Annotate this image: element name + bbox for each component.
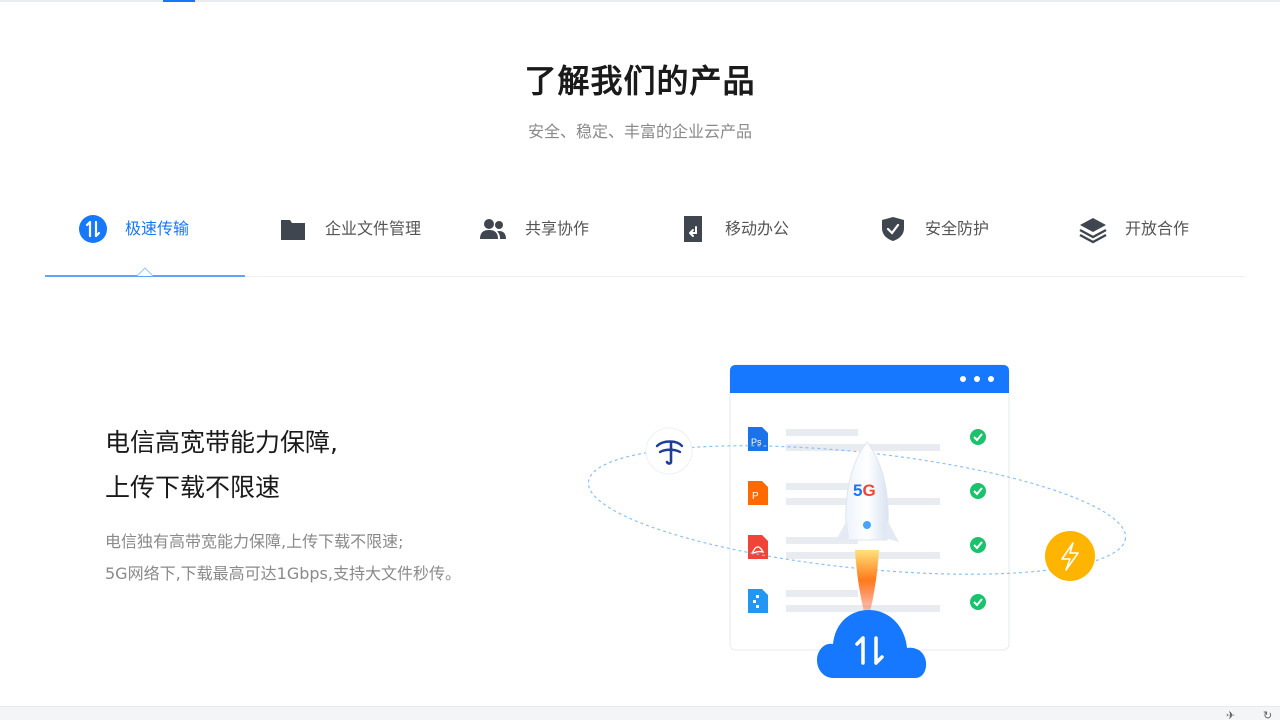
mobile-icon (678, 214, 708, 244)
transfer-illustration: Ps P 5G (587, 364, 1127, 678)
feature-title-line: 电信高宽带能力保障, (105, 428, 338, 457)
section-subtitle: 安全、稳定、丰富的企业云产品 (527, 122, 752, 141)
folder-icon (278, 214, 308, 244)
feature-desc-line: 5G网络下,下载最高可达1Gbps,支持大文件秒传。 (105, 564, 461, 583)
top-bar (0, 0, 1280, 2)
feature-desc-line: 电信独有高带宽能力保障,上传下载不限速; (105, 532, 404, 551)
feature-description: 电信独有高带宽能力保障,上传下载不限速; 5G网络下,下载最高可达1Gbps,支… (105, 526, 461, 590)
refresh-small-icon[interactable]: ↻ (1263, 709, 1272, 722)
users-icon (478, 214, 508, 244)
feature-title-line: 上传下载不限速 (105, 473, 281, 502)
tab-label: 共享协作 (525, 219, 590, 238)
svg-text:P: P (752, 491, 759, 502)
rocket-small-icon[interactable]: ✈ (1226, 709, 1235, 722)
window-dot-icon (974, 376, 980, 382)
tab-label: 开放合作 (1125, 219, 1190, 238)
tab-collaboration[interactable]: 共享协作 (445, 206, 645, 276)
telecom-logo-icon (645, 427, 693, 475)
window-dot-icon (988, 376, 994, 382)
transfer-icon (78, 214, 108, 244)
shield-icon (878, 214, 908, 244)
tab-fast-transfer[interactable]: 极速传输 (45, 206, 245, 277)
check-icon (970, 594, 986, 610)
zip-file-icon (748, 589, 768, 613)
check-icon (970, 483, 986, 499)
5g-badge-text: 5G (853, 481, 876, 500)
check-icon (970, 429, 986, 445)
tab-file-management[interactable]: 企业文件管理 (245, 206, 445, 276)
check-icon (970, 537, 986, 553)
window-dot-icon (960, 376, 966, 382)
layers-icon (1078, 214, 1108, 244)
footer-bar: ✈ ↻ (0, 706, 1280, 722)
tab-label: 移动办公 (725, 219, 790, 238)
feature-title: 电信高宽带能力保障, 上传下载不限速 (105, 420, 338, 510)
top-bar-accent (163, 0, 195, 2)
tab-mobile-office[interactable]: 移动办公 (645, 206, 845, 276)
lightning-icon (1045, 531, 1095, 581)
tab-security[interactable]: 安全防护 (845, 206, 1045, 276)
tab-caret-icon (137, 267, 153, 276)
tab-open-cooperation[interactable]: 开放合作 (1045, 206, 1245, 276)
product-tabs: 极速传输 企业文件管理 共享协作 移动办公 安全防护 开放合作 (45, 206, 1245, 277)
section-title: 了解我们的产品 (524, 62, 756, 100)
tab-label: 安全防护 (925, 219, 990, 238)
tab-label: 企业文件管理 (325, 219, 422, 238)
tab-label: 极速传输 (125, 219, 190, 238)
